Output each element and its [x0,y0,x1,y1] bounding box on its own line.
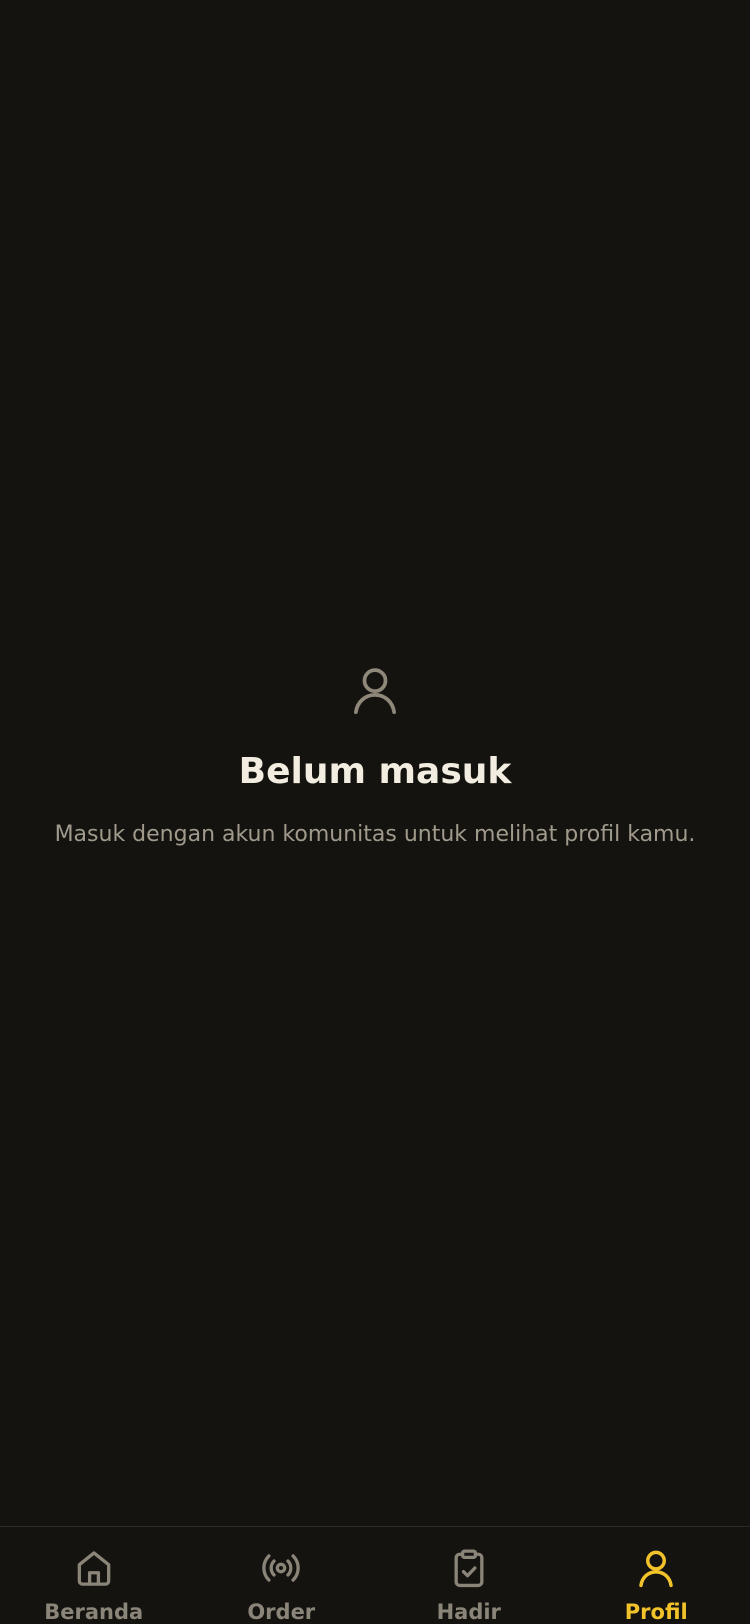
bottom-tab-bar: Beranda Order Hadir Profil [0,1526,750,1624]
tab-label: Order [247,1600,316,1624]
tab-beranda[interactable]: Beranda [0,1527,188,1624]
home-icon [77,1551,111,1586]
tab-label: Hadir [436,1600,501,1624]
tab-hadir[interactable]: Hadir [375,1527,563,1624]
tab-label: Profil [624,1600,688,1624]
tab-profil[interactable]: Profil [563,1527,750,1624]
clipboard-check-icon [454,1549,484,1588]
user-icon [354,668,396,715]
broadcast-icon [262,1554,301,1582]
tab-order[interactable]: Order [188,1527,376,1624]
user-icon [639,1550,674,1588]
tab-label: Beranda [44,1600,144,1624]
empty-state-message: Masuk dengan akun komunitas untuk meliha… [54,822,696,847]
profile-screen: Belum masuk Masuk dengan akun komunitas … [0,0,750,1624]
empty-state-title: Belum masuk [238,751,512,792]
not-signed-in-empty-state: Belum masuk Masuk dengan akun komunitas … [0,662,750,850]
